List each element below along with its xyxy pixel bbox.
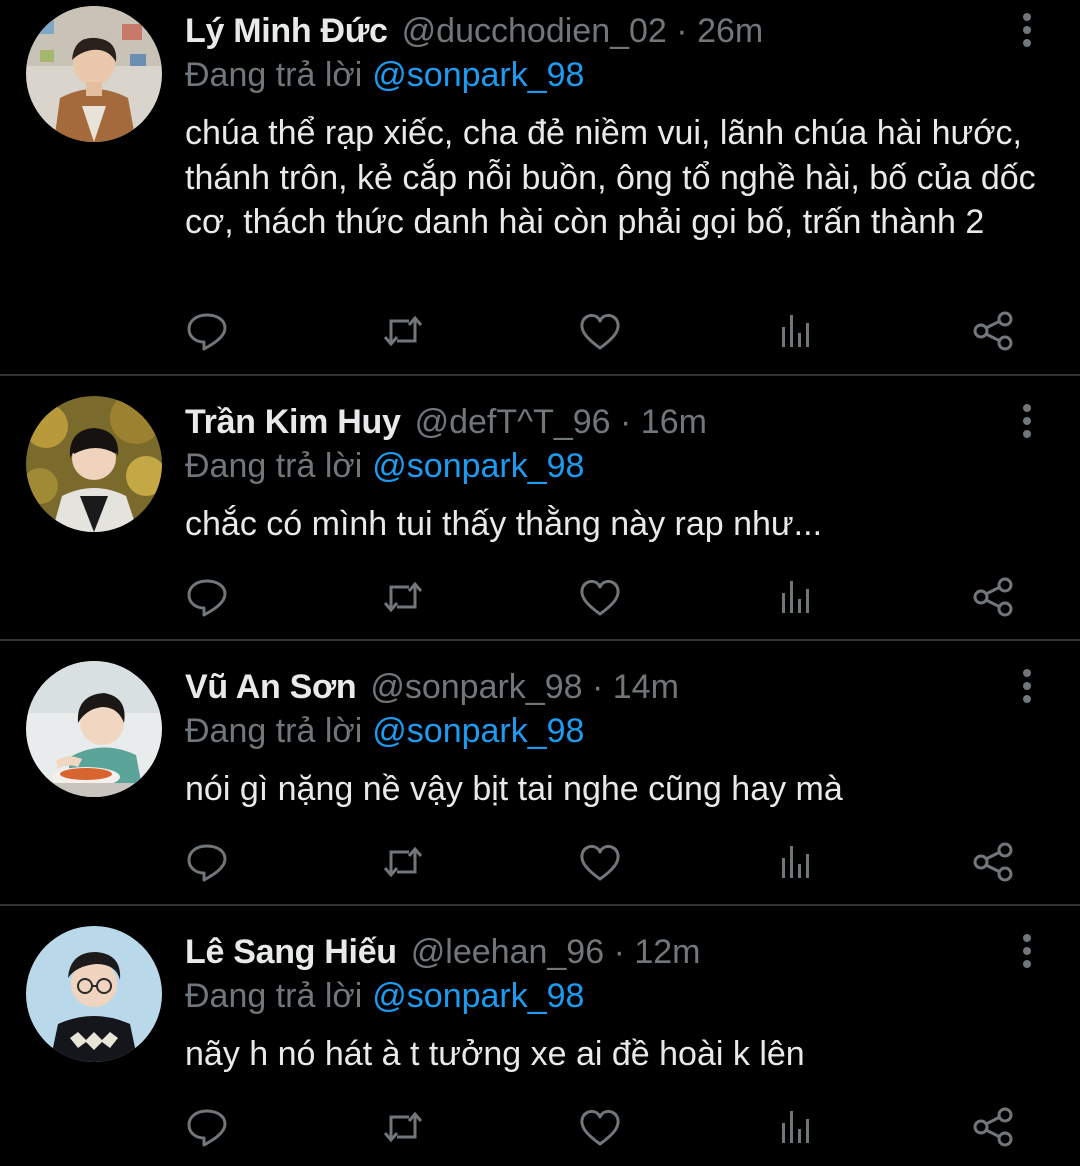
action-bar	[185, 575, 1025, 619]
mention-link[interactable]: @sonpark_98	[372, 447, 584, 485]
tweet-header: Vũ An Sơn @sonpark_98 · 14m	[185, 665, 990, 709]
timestamp[interactable]: 14m	[613, 668, 679, 706]
avatar[interactable]	[26, 661, 162, 797]
share-icon[interactable]	[971, 1105, 1015, 1149]
tweet[interactable]: Trần Kim Huy @defT^T_96 · 16m Đang trả lờ…	[0, 376, 1080, 639]
separator: ·	[620, 403, 632, 441]
reply-icon[interactable]	[185, 1105, 229, 1149]
share-icon[interactable]	[971, 840, 1015, 884]
tweet-text: chúa thể rạp xiếc, cha đẻ niềm vui, lãnh…	[185, 114, 1036, 241]
separator: ·	[591, 668, 604, 706]
like-icon[interactable]	[578, 1105, 622, 1149]
tweet-header: Lý Minh Đức @ducchodien_02 · 26m	[185, 9, 990, 53]
reply-prefix: Đang trả lời	[185, 447, 363, 485]
user-handle[interactable]: @defT^T_96	[415, 403, 611, 441]
more-options-icon[interactable]	[1020, 12, 1034, 52]
separator: ·	[676, 12, 688, 50]
tweet[interactable]: Lý Minh Đức @ducchodien_02 · 26m Đang trả…	[0, 0, 1080, 374]
display-name[interactable]: Vũ An Sơn	[185, 668, 357, 706]
reply-prefix: Đang trả lời	[185, 712, 363, 750]
reply-icon[interactable]	[185, 575, 229, 619]
retweet-icon[interactable]	[381, 309, 425, 353]
analytics-icon[interactable]	[775, 575, 819, 619]
more-options-icon[interactable]	[1020, 403, 1034, 443]
retweet-icon[interactable]	[381, 575, 425, 619]
reply-context: Đang trả lời @sonpark_98	[185, 53, 584, 97]
mention-link[interactable]: @sonpark_98	[372, 977, 584, 1015]
user-handle[interactable]: @leehan_96	[411, 933, 604, 971]
timestamp[interactable]: 16m	[641, 403, 707, 441]
display-name[interactable]: Trần Kim Huy	[185, 403, 401, 441]
timestamp[interactable]: 12m	[634, 933, 700, 971]
analytics-icon[interactable]	[775, 840, 819, 884]
reply-context: Đang trả lời @sonpark_98	[185, 709, 584, 753]
analytics-icon[interactable]	[775, 1105, 819, 1149]
share-icon[interactable]	[971, 575, 1015, 619]
tweet-text: nói gì nặng nề vậy bịt tai nghe cũng hay…	[185, 770, 843, 808]
tweet[interactable]: Lê Sang Hiếu @leehan_96 · 12m Đang trả lờ…	[0, 906, 1080, 1166]
user-handle[interactable]: @ducchodien_02	[402, 12, 667, 50]
tweet-header: Lê Sang Hiếu @leehan_96 · 12m	[185, 930, 990, 974]
like-icon[interactable]	[578, 575, 622, 619]
like-icon[interactable]	[578, 309, 622, 353]
reply-prefix: Đang trả lời	[185, 56, 363, 94]
timestamp[interactable]: 26m	[697, 12, 763, 50]
tweet[interactable]: Vũ An Sơn @sonpark_98 · 14m Đang trả lời @…	[0, 641, 1080, 904]
more-options-icon[interactable]	[1020, 668, 1034, 708]
mention-link[interactable]: @sonpark_98	[372, 712, 584, 750]
more-options-icon[interactable]	[1020, 933, 1034, 973]
tweet-text: chắc có mình tui thấy thằng này rap như.…	[185, 505, 823, 543]
tweet-text: nãy h nó hát à t tưởng xe ai đề hoài k l…	[185, 1035, 805, 1073]
retweet-icon[interactable]	[381, 840, 425, 884]
reply-icon[interactable]	[185, 309, 229, 353]
display-name[interactable]: Lý Minh Đức	[185, 12, 388, 50]
avatar[interactable]	[26, 6, 162, 142]
separator: ·	[613, 933, 625, 971]
like-icon[interactable]	[578, 840, 622, 884]
action-bar	[185, 309, 1025, 353]
retweet-icon[interactable]	[381, 1105, 425, 1149]
avatar[interactable]	[26, 396, 162, 532]
display-name[interactable]: Lê Sang Hiếu	[185, 933, 397, 971]
reply-prefix: Đang trả lời	[185, 977, 363, 1015]
mention-link[interactable]: @sonpark_98	[372, 56, 584, 94]
action-bar	[185, 1105, 1025, 1149]
share-icon[interactable]	[971, 309, 1015, 353]
reply-context: Đang trả lời @sonpark_98	[185, 974, 584, 1018]
avatar[interactable]	[26, 926, 162, 1062]
analytics-icon[interactable]	[775, 309, 819, 353]
reply-context: Đang trả lời @sonpark_98	[185, 444, 584, 488]
reply-icon[interactable]	[185, 840, 229, 884]
tweet-header: Trần Kim Huy @defT^T_96 · 16m	[185, 400, 990, 444]
user-handle[interactable]: @sonpark_98	[370, 668, 582, 706]
action-bar	[185, 840, 1025, 884]
